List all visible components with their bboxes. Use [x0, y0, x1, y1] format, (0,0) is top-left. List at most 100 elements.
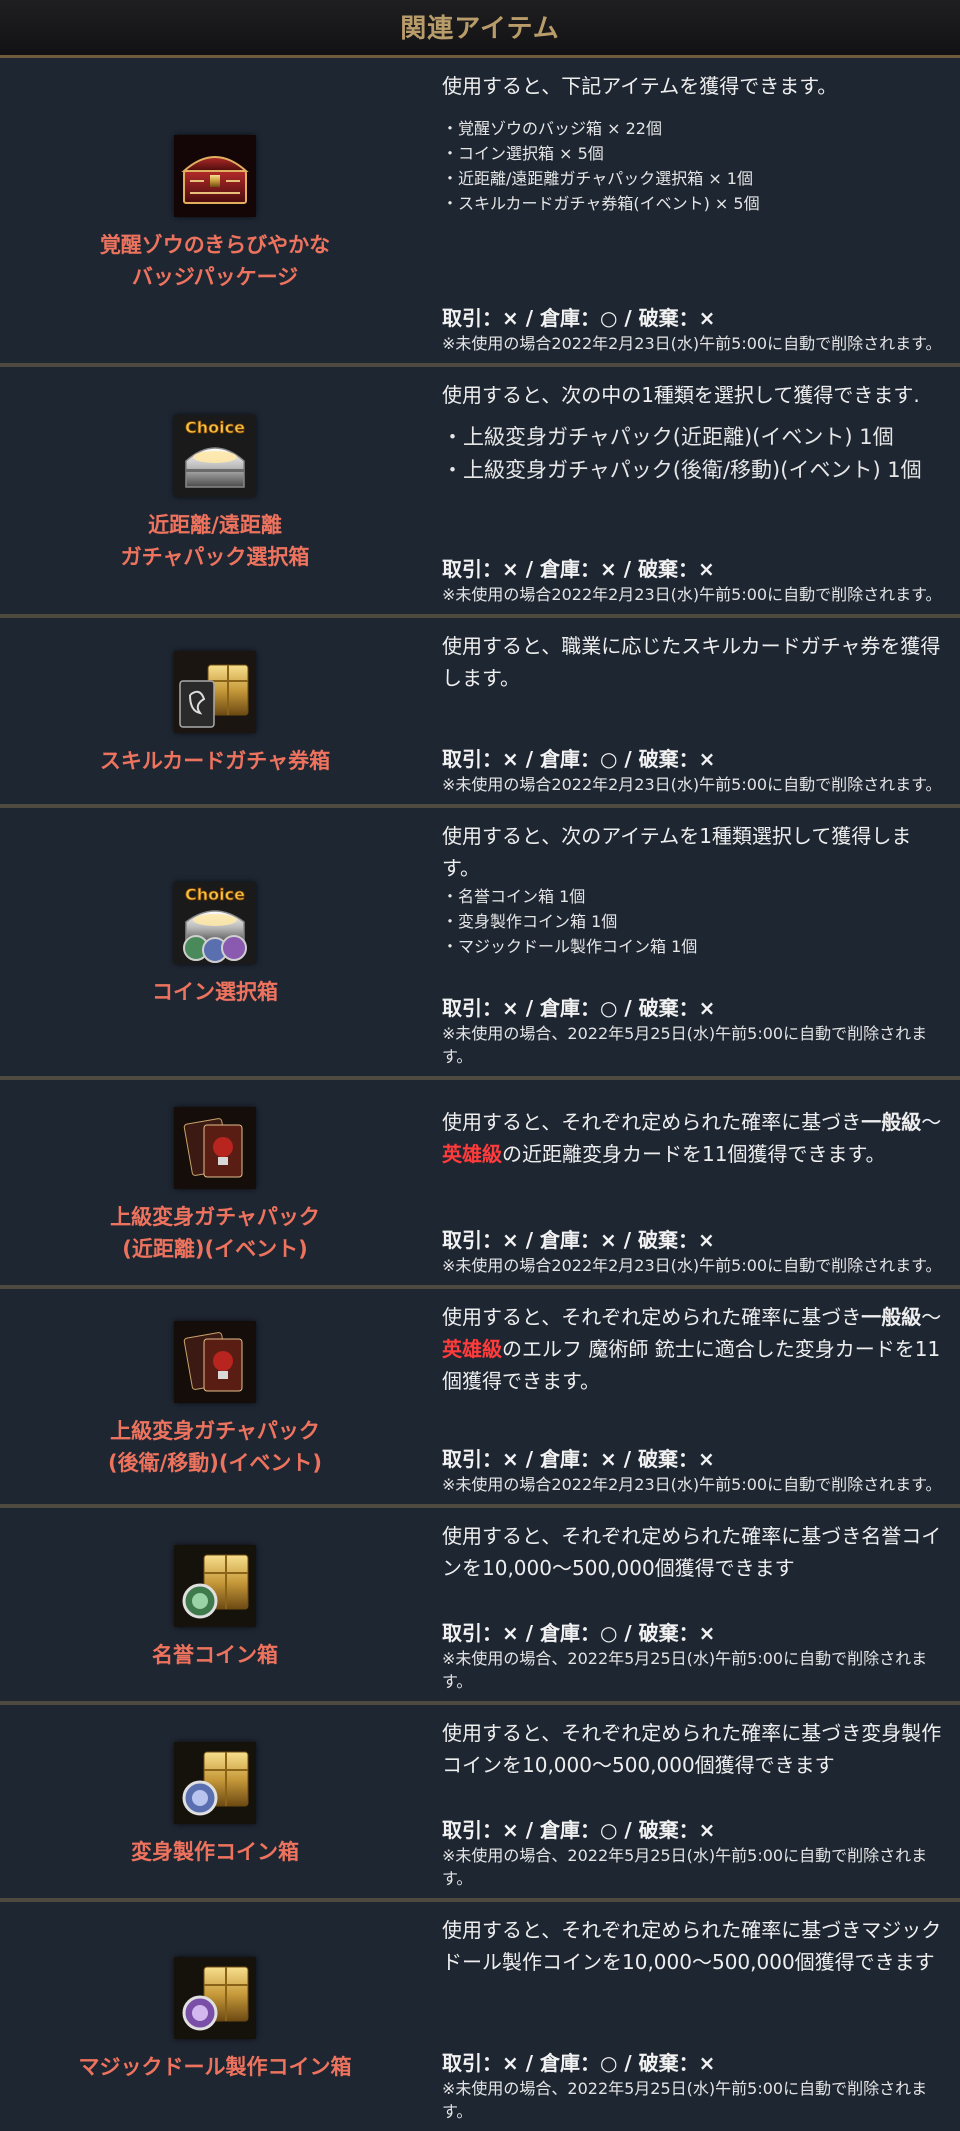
trade-status: 取引：× / 倉庫：○ / 破棄：×: [442, 1621, 716, 1645]
item-cell: 上級変身ガチャパック (後衛/移動)(イベント): [0, 1289, 430, 1504]
item-cell: 上級変身ガチャパック (近距離)(イベント): [0, 1080, 430, 1285]
list-item: ・スキルカードガチャ券箱(イベント) × 5個: [442, 194, 760, 213]
choice-coin-chest-icon: Choice: [174, 882, 256, 964]
item-name-line: マジックドール製作コイン箱: [78, 2054, 352, 2079]
item-name: 名誉コイン箱: [152, 1639, 278, 1671]
item-name: 変身製作コイン箱: [131, 1836, 299, 1868]
trade-status: 取引：× / 倉庫：× / 破棄：×: [442, 1447, 715, 1471]
expiry-note: ※未使用の場合、2022年5月25日(水)午前5:00に自動で削除されます。: [442, 1649, 928, 1691]
item-description: 使用すると、それぞれ定められた確率に基づき一般級～ 英雄級の近距離変身カードを11…: [442, 1092, 942, 1170]
expiry-note: ※未使用の場合2022年2月23日(水)午前5:00に自動で削除されます。: [442, 1256, 942, 1275]
trade-status: 取引：× / 倉庫：× / 破棄：×: [442, 1228, 715, 1252]
choice-silver-chest-icon: Choice: [174, 414, 256, 497]
item-name-line: (後衛/移動)(イベント): [107, 1450, 323, 1475]
grade-common: 一般級: [861, 1110, 922, 1134]
item-description: 使用すると、それぞれ定められた確率に基づき名誉コインを10,000～500,00…: [442, 1524, 942, 1580]
item-row: 覚醒ゾウのきらびやかな バッジパッケージ 使用すると、下記アイテムを獲得できます…: [0, 58, 960, 367]
expiry-note: ※未使用の場合2022年2月23日(水)午前5:00に自動で削除されます。: [442, 585, 942, 604]
trade-status: 取引：× / 倉庫：○ / 破棄：×: [442, 996, 716, 1020]
list-item: ・上級変身ガチャパック(後衛/移動)(イベント) 1個: [442, 458, 922, 482]
expiry-note: ※未使用の場合、2022年5月25日(水)午前5:00に自動で削除されます。: [442, 1846, 928, 1888]
item-description: 使用すると、それぞれ定められた確率に基づきマジックドール製作コインを10,000…: [442, 1918, 942, 1974]
item-name-line: 近距離/遠距離: [148, 512, 282, 537]
choice-badge: Choice: [185, 418, 245, 437]
item-name: マジックドール製作コイン箱: [79, 2051, 352, 2083]
item-description: 使用すると、次のアイテムを1種類選択して獲得します。: [442, 824, 912, 880]
item-description: 使用すると、それぞれ定められた確率に基づき一般級～ 英雄級のエルフ 魔術師 銃士に…: [442, 1301, 942, 1397]
item-cell: スキルカードガチャ券箱: [0, 618, 430, 804]
honor-coin-chest-icon: [174, 1544, 256, 1627]
expiry-note: ※未使用の場合2022年2月23日(水)午前5:00に自動で削除されます。: [442, 334, 942, 353]
skill-card-chest-icon: [174, 651, 256, 733]
section-title: 関連アイテム: [400, 14, 560, 44]
expiry-note: ※未使用の場合2022年2月23日(水)午前5:00に自動で削除されます。: [442, 775, 942, 794]
item-row: 上級変身ガチャパック (後衛/移動)(イベント) 使用すると、それぞれ定められた…: [0, 1289, 960, 1508]
item-name-line: 名誉コイン箱: [152, 1642, 278, 1667]
list-item: ・名誉コイン箱 1個: [442, 887, 586, 906]
desc-text: のエルフ 魔術師 銃士に適合した変身カードを11個獲得できます。: [442, 1337, 941, 1393]
item-cell: Choice 近距離/遠距離 ガチャパック選択箱: [0, 367, 430, 614]
grade-hero: 英雄級: [442, 1337, 502, 1361]
item-description-cell: 使用すると、それぞれ定められた確率に基づきマジックドール製作コインを10,000…: [430, 1902, 960, 2131]
item-name-line: 上級変身ガチャパック: [110, 1418, 320, 1443]
item-name: 近距離/遠距離 ガチャパック選択箱: [121, 509, 310, 573]
item-description-cell: 使用すると、それぞれ定められた確率に基づき名誉コインを10,000～500,00…: [430, 1508, 960, 1701]
desc-text: 使用すると、それぞれ定められた確率に基づき: [442, 1110, 862, 1134]
transform-card-pack-icon: [174, 1106, 256, 1189]
grade-hero: 英雄級: [442, 1142, 502, 1166]
item-cell: 変身製作コイン箱: [0, 1705, 430, 1898]
red-treasure-chest-icon: [174, 134, 256, 217]
item-name: コイン選択箱: [152, 976, 278, 1008]
item-cell: 名誉コイン箱: [0, 1508, 430, 1701]
item-description-cell: 使用すると、下記アイテムを獲得できます。 ・覚醒ゾウのバッジ箱 × 22個 ・コ…: [430, 58, 960, 363]
trade-status: 取引：× / 倉庫：○ / 破棄：×: [442, 1818, 716, 1842]
item-row: 上級変身ガチャパック (近距離)(イベント) 使用すると、それぞれ定められた確率…: [0, 1080, 960, 1289]
expiry-note: ※未使用の場合2022年2月23日(水)午前5:00に自動で削除されます。: [442, 1475, 942, 1494]
contents-list: ・上級変身ガチャパック(近距離)(イベント) 1個 ・上級変身ガチャパック(後衛…: [442, 421, 942, 487]
item-row: 名誉コイン箱 使用すると、それぞれ定められた確率に基づき名誉コインを10,000…: [0, 1508, 960, 1705]
item-description: 使用すると、下記アイテムを獲得できます。: [442, 74, 838, 98]
item-cell: マジックドール製作コイン箱: [0, 1902, 430, 2131]
item-row: Choice 近距離/遠距離 ガチャパック選択箱 使用すると、次の中の1種類を選…: [0, 367, 960, 618]
desc-text: ～: [921, 1110, 942, 1134]
item-name-line: 覚醒ゾウのきらびやかな: [99, 232, 331, 257]
item-description-cell: 使用すると、次のアイテムを1種類選択して獲得します。 ・名誉コイン箱 1個 ・変…: [430, 808, 960, 1076]
trade-status: 取引：× / 倉庫：○ / 破棄：×: [442, 306, 716, 330]
desc-text: 使用すると、それぞれ定められた確率に基づき: [442, 1305, 862, 1329]
item-name-line: (近距離)(イベント): [122, 1236, 308, 1261]
item-name-line: 上級変身ガチャパック: [110, 1204, 320, 1229]
grade-common: 一般級: [861, 1305, 922, 1329]
transform-coin-chest-icon: [174, 1741, 256, 1824]
item-description-cell: 使用すると、職業に応じたスキルカードガチャ券を獲得します。 取引：× / 倉庫：…: [430, 618, 960, 804]
list-item: ・コイン選択箱 × 5個: [442, 144, 604, 163]
item-row: Choice コイン選択箱 使用すると、次のアイテムを1種類選択して獲得します。…: [0, 808, 960, 1080]
list-item: ・覚醒ゾウのバッジ箱 × 22個: [442, 119, 662, 138]
item-row: マジックドール製作コイン箱 使用すると、それぞれ定められた確率に基づきマジックド…: [0, 1902, 960, 2131]
item-name-line: 変身製作コイン箱: [131, 1839, 299, 1864]
item-name: 覚醒ゾウのきらびやかな バッジパッケージ: [100, 229, 330, 293]
list-item: ・マジックドール製作コイン箱 1個: [442, 937, 698, 956]
item-name-line: スキルカードガチャ券箱: [99, 749, 331, 773]
item-name-line: コイン選択箱: [152, 980, 278, 1004]
item-description: 使用すると、次の中の1種類を選択して獲得できます.: [442, 383, 920, 407]
expiry-note: ※未使用の場合、2022年5月25日(水)午前5:00に自動で削除されます。: [442, 1024, 928, 1066]
item-name-line: ガチャパック選択箱: [120, 544, 310, 569]
section-header: 関連アイテム: [0, 0, 960, 58]
item-description: 使用すると、それぞれ定められた確率に基づき変身製作コインを10,000～500,…: [442, 1721, 942, 1777]
desc-text: の近距離変身カードを11個獲得できます。: [502, 1142, 886, 1166]
item-description: 使用すると、職業に応じたスキルカードガチャ券を獲得します。: [442, 634, 941, 690]
magicdoll-coin-chest-icon: [174, 1956, 256, 2039]
trade-status: 取引：× / 倉庫：○ / 破棄：×: [442, 747, 716, 771]
trade-status: 取引：× / 倉庫：× / 破棄：×: [442, 557, 715, 581]
contents-list: ・覚醒ゾウのバッジ箱 × 22個 ・コイン選択箱 × 5個 ・近距離/遠距離ガチ…: [442, 116, 942, 216]
transform-card-pack-icon: [174, 1320, 256, 1403]
item-name: スキルカードガチャ券箱: [100, 745, 330, 777]
item-description-cell: 使用すると、次の中の1種類を選択して獲得できます. ・上級変身ガチャパック(近距…: [430, 367, 960, 614]
contents-list: ・名誉コイン箱 1個 ・変身製作コイン箱 1個 ・マジックドール製作コイン箱 1…: [442, 884, 942, 959]
item-cell: Choice コイン選択箱: [0, 808, 430, 1076]
list-item: ・近距離/遠距離ガチャパック選択箱 × 1個: [442, 169, 753, 188]
item-description-cell: 使用すると、それぞれ定められた確率に基づき一般級～ 英雄級の近距離変身カードを11…: [430, 1080, 960, 1285]
item-row: 変身製作コイン箱 使用すると、それぞれ定められた確率に基づき変身製作コインを10…: [0, 1705, 960, 1902]
list-item: ・上級変身ガチャパック(近距離)(イベント) 1個: [442, 425, 894, 449]
expiry-note: ※未使用の場合、2022年5月25日(水)午前5:00に自動で削除されます。: [442, 2079, 928, 2121]
